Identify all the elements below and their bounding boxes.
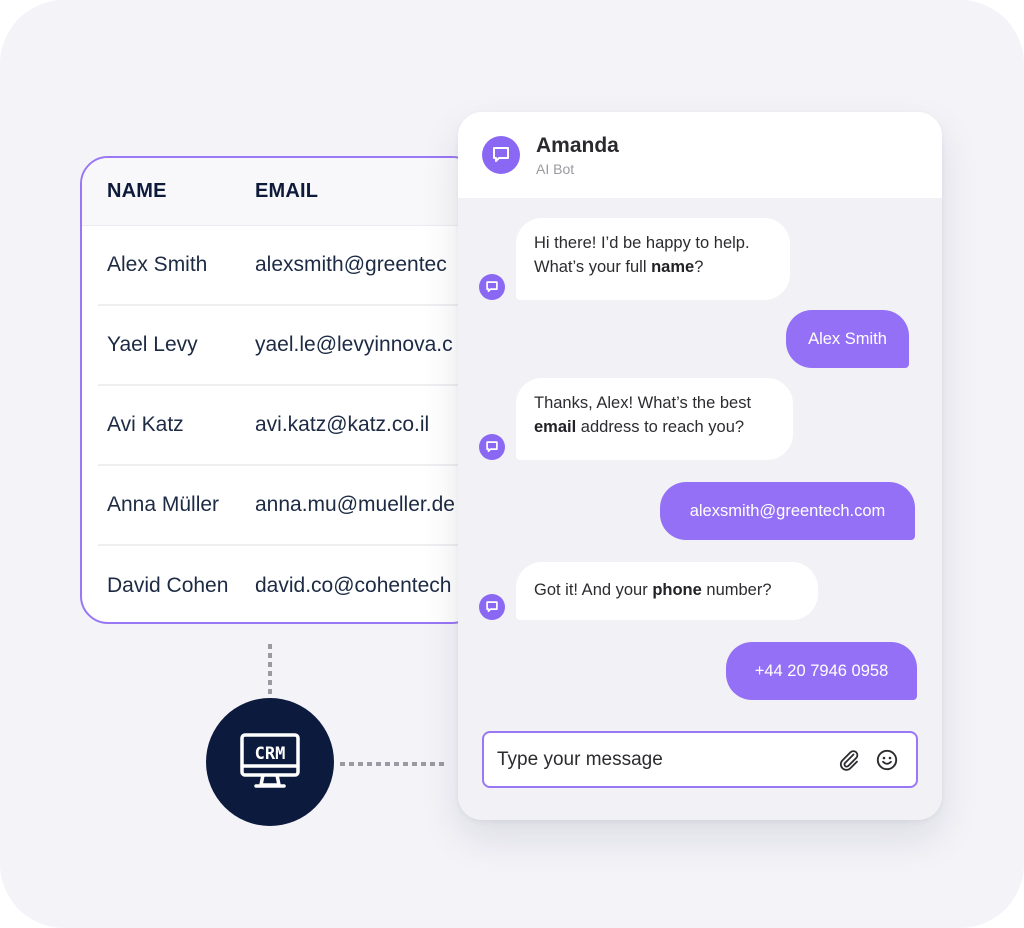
contact-name: Avi Katz <box>107 413 184 436</box>
chat-bubble-icon <box>486 441 498 453</box>
bot-name: Amanda <box>536 133 619 157</box>
user-message: alexsmith@greentech.com <box>660 482 915 540</box>
contact-name: Yael Levy <box>107 333 198 356</box>
message-text: Got it! And your <box>534 581 653 599</box>
table-row[interactable]: Avi Katz avi.katz@katz.co.il <box>98 386 478 466</box>
message-text: Alex Smith <box>808 329 887 348</box>
crm-contacts-table: NAME EMAIL Alex Smith alexsmith@greentec… <box>80 156 480 624</box>
contact-email: david.co@cohentech <box>255 574 452 597</box>
message-text: alexsmith@greentech.com <box>689 501 886 520</box>
table-row[interactable]: Yael Levy yael.le@levyinnova.c <box>98 306 478 386</box>
contact-email: alexsmith@greentec <box>255 253 447 276</box>
message-keyword: name <box>651 258 695 276</box>
dotted-connector-horizontal <box>340 762 444 766</box>
bot-avatar <box>482 136 520 174</box>
chat-bubble-icon <box>486 281 498 293</box>
chat-header: Amanda AI Bot <box>458 112 942 198</box>
table-row[interactable]: Alex Smith alexsmith@greentec <box>98 226 478 306</box>
bot-message: Thanks, Alex! What’s the best email addr… <box>516 378 793 460</box>
bot-role: AI Bot <box>536 160 575 177</box>
table-row[interactable]: David Cohen david.co@cohentech <box>98 546 478 622</box>
dotted-connector-vertical <box>268 644 272 694</box>
bot-mini-avatar <box>479 434 505 460</box>
table-header-row: NAME EMAIL <box>82 158 478 226</box>
paperclip-icon <box>839 749 859 771</box>
message-input[interactable] <box>497 733 836 786</box>
crm-monitor-icon: CRM <box>240 733 300 788</box>
contact-name: Alex Smith <box>107 253 208 276</box>
chat-widget: Amanda AI Bot Hi there! I’d be happy to … <box>458 112 942 820</box>
bot-message: Hi there! I’d be happy to help. What’s y… <box>516 218 790 300</box>
message-text: number? <box>701 581 772 599</box>
contact-name: Anna Müller <box>107 493 220 516</box>
message-text: +44 20 7946 0958 <box>754 661 889 680</box>
attach-button[interactable] <box>836 747 862 773</box>
contact-email: anna.mu@mueller.de <box>255 493 455 516</box>
contact-name: David Cohen <box>107 574 229 597</box>
smiley-icon <box>876 749 898 770</box>
bot-message: Got it! And your phone number? <box>516 562 818 620</box>
chat-bubble-icon <box>493 147 509 162</box>
message-composer <box>482 731 918 788</box>
column-header-email[interactable]: EMAIL <box>255 180 318 203</box>
user-message: Alex Smith <box>786 310 909 368</box>
message-text: What’s your full <box>534 258 652 276</box>
chat-bubble-icon <box>486 601 498 613</box>
bot-mini-avatar <box>479 274 505 300</box>
crm-badge: CRM <box>206 698 334 826</box>
message-text: address to reach you? <box>576 418 745 436</box>
message-keyword: phone <box>652 581 702 599</box>
message-text: Hi there! I’d be happy to help. <box>534 234 750 252</box>
user-message: +44 20 7946 0958 <box>726 642 917 700</box>
contact-email: yael.le@levyinnova.c <box>255 333 453 356</box>
bot-mini-avatar <box>479 594 505 620</box>
emoji-button[interactable] <box>874 747 900 773</box>
message-keyword: email <box>534 418 577 436</box>
crm-label: CRM <box>255 744 286 764</box>
column-header-name[interactable]: NAME <box>107 180 255 203</box>
contact-email: avi.katz@katz.co.il <box>255 413 430 436</box>
table-row[interactable]: Anna Müller anna.mu@mueller.de <box>98 466 478 546</box>
message-text: ? <box>694 258 704 276</box>
message-text: Thanks, Alex! What’s the best <box>534 394 752 412</box>
